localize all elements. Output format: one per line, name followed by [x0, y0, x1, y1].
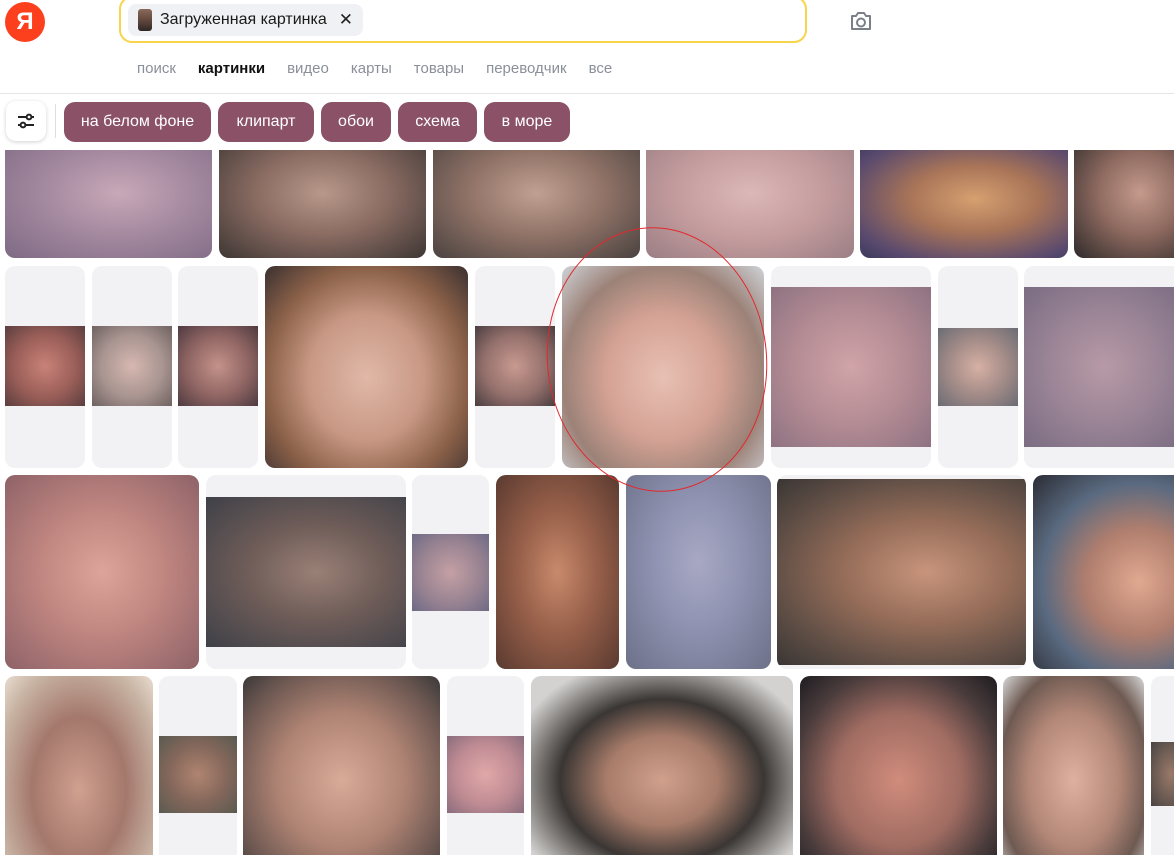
- result-image[interactable]: [412, 475, 489, 669]
- filters-divider: [55, 104, 56, 138]
- filter-wallpaper[interactable]: обои: [321, 102, 391, 142]
- search-box[interactable]: Загруженная картинка ✕: [119, 0, 807, 43]
- chip-label: Загруженная картинка: [160, 11, 327, 28]
- tab-images[interactable]: картинки: [198, 60, 265, 77]
- filter-white-background[interactable]: на белом фоне: [64, 102, 211, 142]
- result-image[interactable]: [771, 266, 931, 468]
- result-image[interactable]: [1033, 475, 1174, 669]
- tab-video[interactable]: видео: [287, 60, 329, 77]
- result-image[interactable]: [646, 150, 854, 258]
- result-image[interactable]: [800, 676, 997, 855]
- filters-button[interactable]: [6, 101, 46, 141]
- tab-goods[interactable]: товары: [414, 60, 464, 77]
- yandex-logo[interactable]: Я: [5, 2, 45, 42]
- tab-translator[interactable]: переводчик: [486, 60, 566, 77]
- filter-clipart[interactable]: клипарт: [218, 102, 314, 142]
- result-image[interactable]: [475, 266, 555, 468]
- result-image[interactable]: [777, 475, 1026, 669]
- close-icon[interactable]: ✕: [339, 10, 353, 30]
- result-image[interactable]: [626, 475, 771, 669]
- header-divider: [0, 93, 1174, 94]
- tab-search[interactable]: поиск: [137, 60, 176, 77]
- result-image[interactable]: [159, 676, 237, 855]
- filter-sea[interactable]: в море: [484, 102, 570, 142]
- result-image[interactable]: [447, 676, 524, 855]
- result-image[interactable]: [5, 266, 85, 468]
- result-image[interactable]: [531, 676, 793, 855]
- result-image[interactable]: [496, 475, 619, 669]
- result-image[interactable]: [1151, 676, 1174, 855]
- result-image[interactable]: [5, 475, 199, 669]
- result-image-selected[interactable]: [562, 266, 764, 468]
- image-results-grid: [0, 150, 1174, 855]
- result-image[interactable]: [178, 266, 258, 468]
- tab-maps[interactable]: карты: [351, 60, 392, 77]
- result-image[interactable]: [860, 150, 1068, 258]
- result-image[interactable]: [433, 150, 640, 258]
- result-image[interactable]: [1074, 150, 1174, 258]
- result-image[interactable]: [1024, 266, 1174, 468]
- filter-scheme[interactable]: схема: [398, 102, 477, 142]
- result-image[interactable]: [5, 676, 153, 855]
- camera-icon[interactable]: [848, 8, 874, 34]
- result-image[interactable]: [265, 266, 468, 468]
- result-image[interactable]: [206, 475, 406, 669]
- result-image[interactable]: [92, 266, 172, 468]
- tab-all[interactable]: все: [589, 60, 613, 77]
- result-image[interactable]: [1003, 676, 1144, 855]
- search-tabs: поиск картинки видео карты товары перево…: [137, 60, 634, 77]
- sliders-icon: [18, 113, 34, 129]
- result-image[interactable]: [243, 676, 440, 855]
- uploaded-thumbnail: [138, 9, 152, 31]
- result-image[interactable]: [219, 150, 426, 258]
- result-image[interactable]: [938, 266, 1018, 468]
- uploaded-image-chip[interactable]: Загруженная картинка ✕: [128, 4, 363, 36]
- result-image[interactable]: [5, 150, 212, 258]
